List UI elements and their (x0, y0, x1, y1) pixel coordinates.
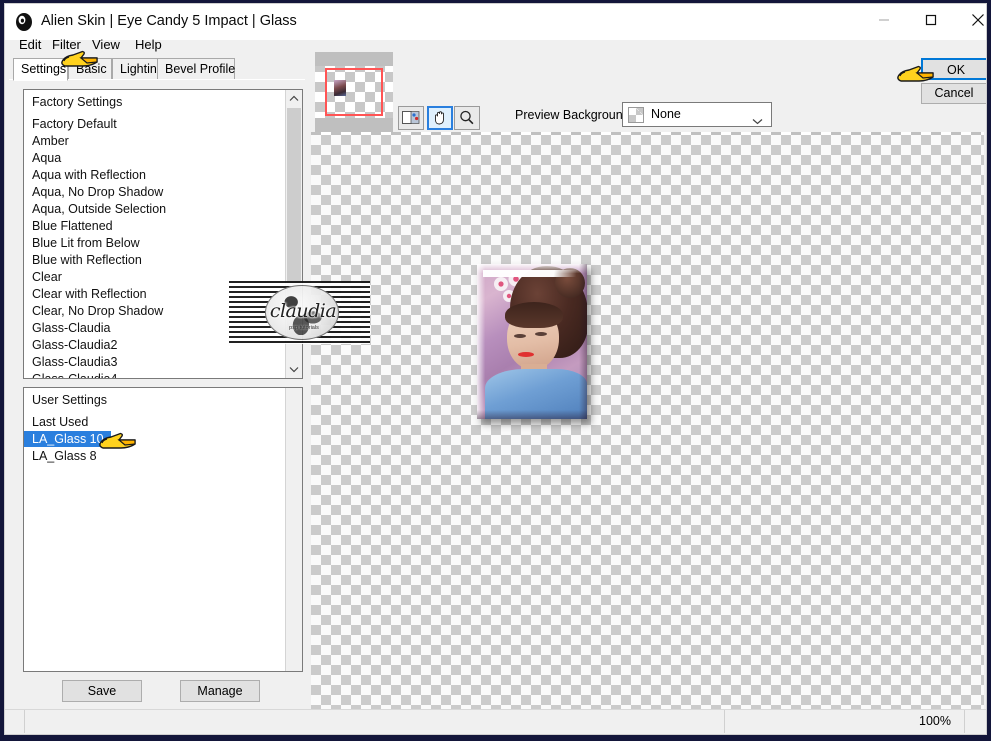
list-item[interactable]: Factory Default (24, 116, 282, 133)
status-cell-message (25, 710, 725, 733)
watermark-subtitle: psp tutorials (289, 325, 319, 331)
tab-basic[interactable]: Basic (68, 58, 112, 79)
preview-canvas[interactable] (311, 135, 984, 718)
window-title: Alien Skin | Eye Candy 5 Impact | Glass (41, 13, 297, 29)
zoom-tool-button[interactable] (454, 106, 480, 130)
list-item[interactable]: LA_Glass 8 (24, 448, 302, 465)
eye-right-shape (535, 332, 547, 336)
navigator-band-top (315, 52, 393, 66)
checkerboard-swatch-icon (628, 107, 644, 123)
alien-eye-icon (14, 12, 34, 32)
save-button[interactable]: Save (62, 680, 142, 702)
preview-background-value: None (651, 107, 681, 121)
tab-bevel-profile[interactable]: Bevel Profile (157, 58, 235, 79)
list-item[interactable]: Last Used (24, 414, 302, 431)
compare-preview-tool-button[interactable] (398, 106, 424, 130)
claudia-watermark: claudia psp tutorials (229, 281, 370, 344)
minimize-icon[interactable] (861, 4, 907, 36)
tab-strip: Settings Basic Lighting Bevel Profile (9, 58, 984, 81)
list-item[interactable]: Aqua, No Drop Shadow (24, 184, 282, 201)
list-item[interactable]: Blue Lit from Below (24, 235, 282, 252)
status-bar: 100% (5, 709, 986, 734)
list-header-user: User Settings (32, 393, 108, 407)
bevel-shadow-bottom (477, 410, 587, 419)
bevel-specular-highlight (483, 270, 581, 277)
preview-background-label: Preview Background: (515, 108, 634, 122)
list-header-rule (24, 411, 282, 412)
watermark-text: claudia (269, 300, 337, 322)
maximize-icon[interactable] (908, 4, 954, 36)
menu-item-filter[interactable]: Filter (46, 35, 87, 54)
list-item[interactable]: Amber (24, 133, 282, 150)
manage-button[interactable]: Manage (180, 680, 260, 702)
ok-button[interactable]: OK (921, 58, 986, 80)
list-item[interactable]: Aqua with Reflection (24, 167, 282, 184)
bevel-shadow-right (579, 264, 587, 419)
zoom-level-label: 100% (919, 714, 951, 728)
preview-background-select[interactable]: None (622, 102, 772, 127)
list-item[interactable]: Blue with Reflection (24, 252, 282, 269)
lips-shape (518, 352, 534, 357)
user-settings-list[interactable]: User Settings Last Used LA_Glass 10 LA_G… (23, 387, 303, 672)
close-icon[interactable] (955, 4, 986, 36)
list-item[interactable]: Glass-Claudia4 (24, 371, 282, 378)
list-item[interactable]: Blue Flattened (24, 218, 282, 235)
status-cell-zoom: 100% (725, 710, 965, 733)
glass-effect-preview-image (477, 264, 587, 419)
list-header-rule (24, 113, 282, 114)
list-item[interactable]: Glass-Claudia3 (24, 354, 282, 371)
menu-bar: Edit Filter View Help (5, 35, 986, 56)
navigator-thumbnail[interactable] (315, 52, 393, 132)
cancel-button[interactable]: Cancel (921, 83, 986, 104)
list-item-selected[interactable]: LA_Glass 10 (24, 431, 111, 447)
status-cell-left (5, 710, 25, 733)
navigator-viewport-rect[interactable] (325, 68, 383, 116)
bevel-highlight-left (477, 264, 485, 419)
chevron-down-icon[interactable] (286, 361, 302, 378)
navigator-band-bottom (315, 118, 393, 132)
list-item[interactable]: Aqua, Outside Selection (24, 201, 282, 218)
menu-item-help[interactable]: Help (129, 35, 168, 54)
eye-left-shape (514, 334, 526, 338)
bangs-shape (505, 302, 563, 328)
list-item[interactable]: Aqua (24, 150, 282, 167)
list-header-factory: Factory Settings (32, 95, 123, 109)
user-list-scrollbar[interactable] (285, 388, 302, 671)
menu-item-edit[interactable]: Edit (13, 35, 47, 54)
chevron-up-icon[interactable] (286, 90, 302, 107)
screenshot-root: Alien Skin | Eye Candy 5 Impact | Glass … (0, 0, 991, 741)
hand-tool-button[interactable] (427, 106, 453, 130)
chevron-down-icon[interactable] (752, 112, 763, 130)
tab-settings[interactable]: Settings (13, 58, 68, 81)
application-window: Alien Skin | Eye Candy 5 Impact | Glass … (4, 3, 987, 735)
menu-item-view[interactable]: View (86, 35, 126, 54)
